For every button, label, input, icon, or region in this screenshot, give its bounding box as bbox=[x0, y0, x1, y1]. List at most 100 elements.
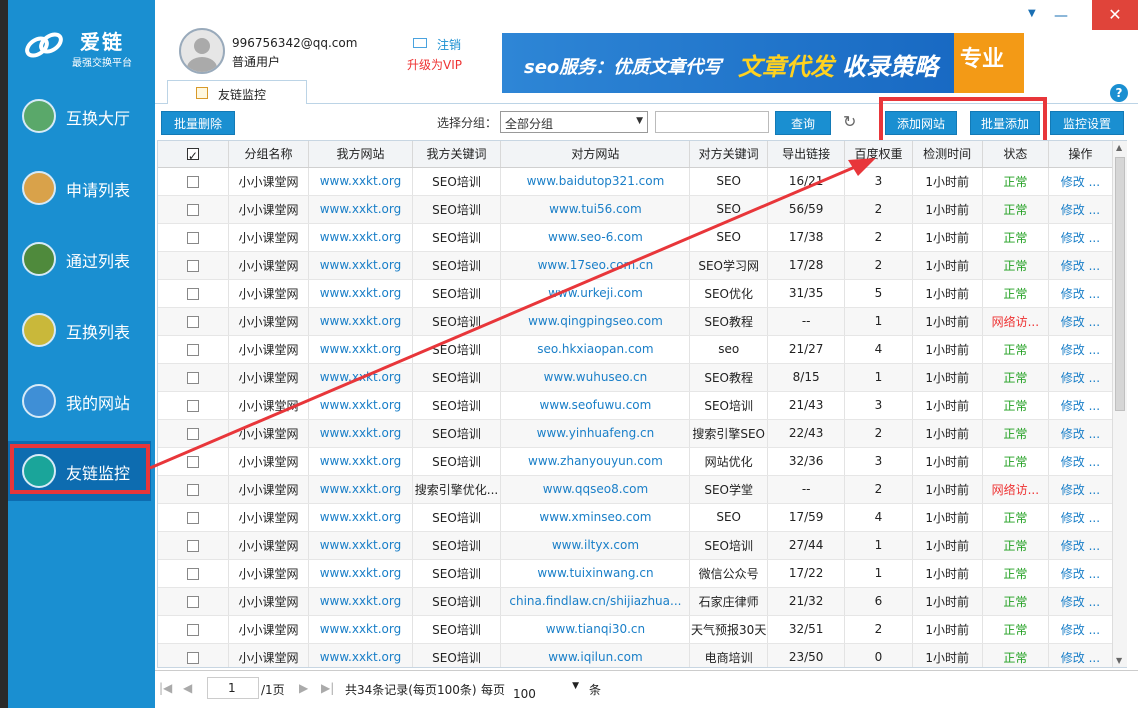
ad-banner[interactable]: seo服务：优质文章代写 文章代发 收录策略 专业 bbox=[502, 33, 1024, 93]
table-row[interactable]: 小小课堂网 www.xxkt.org SEO培训 www.yinhuafeng.cn 搜… bbox=[158, 419, 1114, 448]
table-cell[interactable]: www.xxkt.org bbox=[308, 587, 413, 616]
checkbox[interactable] bbox=[186, 455, 199, 468]
table-cell[interactable]: www.xxkt.org bbox=[308, 307, 413, 336]
checkbox[interactable] bbox=[186, 651, 199, 664]
table-row[interactable]: 小小课堂网 www.xxkt.org SEO培训 www.urkeji.com SEO优… bbox=[158, 279, 1114, 308]
upgrade-vip-link[interactable]: 升级为VIP bbox=[407, 56, 462, 73]
table-row[interactable]: 小小课堂网 www.xxkt.org SEO培训 www.zhanyouyun.com… bbox=[158, 447, 1114, 476]
table-cell[interactable]: www.zhanyouyun.com bbox=[500, 447, 691, 476]
table-cell[interactable]: 修改 ... bbox=[1048, 279, 1114, 308]
table-cell[interactable]: 修改 ... bbox=[1048, 559, 1114, 588]
table-row[interactable]: 小小课堂网 www.xxkt.org SEO培训 www.17seo.com.cn SE… bbox=[158, 251, 1114, 280]
table-cell[interactable]: www.tui56.com bbox=[500, 195, 691, 224]
checkbox[interactable] bbox=[186, 483, 199, 496]
table-cell[interactable]: www.17seo.com.cn bbox=[500, 251, 691, 280]
logout-link[interactable]: 注销 bbox=[437, 36, 461, 53]
column-header[interactable]: 检测时间 bbox=[912, 141, 983, 168]
table-row[interactable]: 小小课堂网 www.xxkt.org SEO培训 www.tuixinwang.cn 微… bbox=[158, 559, 1114, 588]
row-checkbox-cell[interactable] bbox=[158, 447, 229, 476]
checkbox[interactable] bbox=[186, 371, 199, 384]
column-header[interactable]: 导出链接 bbox=[767, 141, 846, 168]
table-cell[interactable]: www.xxkt.org bbox=[308, 643, 413, 667]
table-cell[interactable]: www.xxkt.org bbox=[308, 391, 413, 420]
table-row[interactable]: 小小课堂网 www.xxkt.org SEO培训 seo.hkxiaopan.com s… bbox=[158, 335, 1114, 364]
avatar[interactable] bbox=[179, 28, 225, 74]
table-cell[interactable]: 修改 ... bbox=[1048, 643, 1114, 667]
table-cell[interactable]: www.seofuwu.com bbox=[500, 391, 691, 420]
table-cell[interactable]: www.tuixinwang.cn bbox=[500, 559, 691, 588]
row-checkbox-cell[interactable] bbox=[158, 195, 229, 224]
row-checkbox-cell[interactable] bbox=[158, 559, 229, 588]
vertical-scrollbar[interactable]: ▲ ▼ bbox=[1112, 141, 1127, 667]
table-cell[interactable]: www.yinhuafeng.cn bbox=[500, 419, 691, 448]
table-cell[interactable]: www.xxkt.org bbox=[308, 167, 413, 196]
checkbox[interactable] bbox=[186, 567, 199, 580]
monitor-settings-button[interactable]: 监控设置 bbox=[1050, 111, 1124, 135]
checkbox[interactable] bbox=[186, 231, 199, 244]
table-row[interactable]: 小小课堂网 www.xxkt.org SEO培训 www.xminseo.com SEO… bbox=[158, 503, 1114, 532]
row-checkbox-cell[interactable] bbox=[158, 475, 229, 504]
prev-page-icon[interactable]: ◀ bbox=[183, 681, 192, 695]
help-icon[interactable]: ? bbox=[1110, 84, 1128, 102]
column-header[interactable]: 我方网站 bbox=[308, 141, 413, 168]
checkbox[interactable] bbox=[186, 595, 199, 608]
refresh-icon[interactable]: ↻ bbox=[843, 112, 856, 131]
table-cell[interactable]: www.xxkt.org bbox=[308, 447, 413, 476]
table-cell[interactable]: 修改 ... bbox=[1048, 251, 1114, 280]
table-cell[interactable]: 修改 ... bbox=[1048, 167, 1114, 196]
table-cell[interactable]: www.iqilun.com bbox=[500, 643, 691, 667]
table-cell[interactable]: 修改 ... bbox=[1048, 335, 1114, 364]
row-checkbox-cell[interactable] bbox=[158, 335, 229, 364]
table-cell[interactable]: 修改 ... bbox=[1048, 307, 1114, 336]
checkbox[interactable] bbox=[186, 259, 199, 272]
table-row[interactable]: 小小课堂网 www.xxkt.org 搜索引擎优化... www.qqseo8.com… bbox=[158, 475, 1114, 504]
table-cell[interactable]: www.xxkt.org bbox=[308, 419, 413, 448]
table-cell[interactable]: www.xxkt.org bbox=[308, 279, 413, 308]
row-checkbox-cell[interactable] bbox=[158, 167, 229, 196]
table-cell[interactable]: www.wuhuseo.cn bbox=[500, 363, 691, 392]
close-icon[interactable]: ✕ bbox=[1092, 0, 1138, 30]
table-cell[interactable]: seo.hkxiaopan.com bbox=[500, 335, 691, 364]
table-cell[interactable]: www.urkeji.com bbox=[500, 279, 691, 308]
column-header[interactable]: 操作 bbox=[1048, 141, 1114, 168]
table-row[interactable]: 小小课堂网 www.xxkt.org SEO培训 www.baidutop321.co… bbox=[158, 167, 1114, 196]
table-cell[interactable]: 修改 ... bbox=[1048, 615, 1114, 644]
table-cell[interactable]: www.seo-6.com bbox=[500, 223, 691, 252]
group-select[interactable]: 全部分组 ▼ bbox=[500, 111, 648, 133]
table-cell[interactable]: www.xxkt.org bbox=[308, 615, 413, 644]
minimize-icon[interactable]: — bbox=[1054, 8, 1068, 24]
row-checkbox-cell[interactable] bbox=[158, 419, 229, 448]
table-cell[interactable]: www.xxkt.org bbox=[308, 195, 413, 224]
column-header[interactable]: 状态 bbox=[982, 141, 1049, 168]
row-checkbox-cell[interactable] bbox=[158, 587, 229, 616]
table-cell[interactable]: www.xxkt.org bbox=[308, 559, 413, 588]
table-row[interactable]: 小小课堂网 www.xxkt.org SEO培训 china.findlaw.cn/s… bbox=[158, 587, 1114, 616]
checkbox[interactable]: ✓ bbox=[186, 148, 199, 163]
table-row[interactable]: 小小课堂网 www.xxkt.org SEO培训 www.qingpingseo.co… bbox=[158, 307, 1114, 336]
first-page-icon[interactable]: |◀ bbox=[159, 681, 172, 695]
row-checkbox-cell[interactable] bbox=[158, 531, 229, 560]
checkbox[interactable] bbox=[186, 203, 199, 216]
table-row[interactable]: 小小课堂网 www.xxkt.org SEO培训 www.iqilun.com 电商培训… bbox=[158, 643, 1114, 667]
row-checkbox-cell[interactable] bbox=[158, 363, 229, 392]
table-cell[interactable]: 修改 ... bbox=[1048, 419, 1114, 448]
column-header[interactable]: 分组名称 bbox=[228, 141, 310, 168]
table-cell[interactable]: 修改 ... bbox=[1048, 195, 1114, 224]
table-cell[interactable]: china.findlaw.cn/shijiazhua... bbox=[500, 587, 691, 616]
checkbox[interactable] bbox=[186, 427, 199, 440]
row-checkbox-cell[interactable] bbox=[158, 615, 229, 644]
row-checkbox-cell[interactable] bbox=[158, 643, 229, 667]
table-cell[interactable]: 修改 ... bbox=[1048, 587, 1114, 616]
table-cell[interactable]: www.iltyx.com bbox=[500, 531, 691, 560]
checkbox[interactable] bbox=[186, 287, 199, 300]
table-row[interactable]: 小小课堂网 www.xxkt.org SEO培训 www.seofuwu.com SEO… bbox=[158, 391, 1114, 420]
row-checkbox-cell[interactable] bbox=[158, 251, 229, 280]
row-checkbox-cell[interactable] bbox=[158, 307, 229, 336]
table-row[interactable]: 小小课堂网 www.xxkt.org SEO培训 www.wuhuseo.cn SEO教… bbox=[158, 363, 1114, 392]
column-header[interactable]: 对方关键词 bbox=[689, 141, 768, 168]
checkbox[interactable] bbox=[186, 175, 199, 188]
scroll-up-icon[interactable]: ▲ bbox=[1116, 143, 1122, 152]
sidebar-item-approved-list[interactable]: 通过列表 bbox=[8, 229, 151, 289]
table-row[interactable]: 小小课堂网 www.xxkt.org SEO培训 www.seo-6.com SEO 17… bbox=[158, 223, 1114, 252]
table-cell[interactable]: www.qingpingseo.com bbox=[500, 307, 691, 336]
